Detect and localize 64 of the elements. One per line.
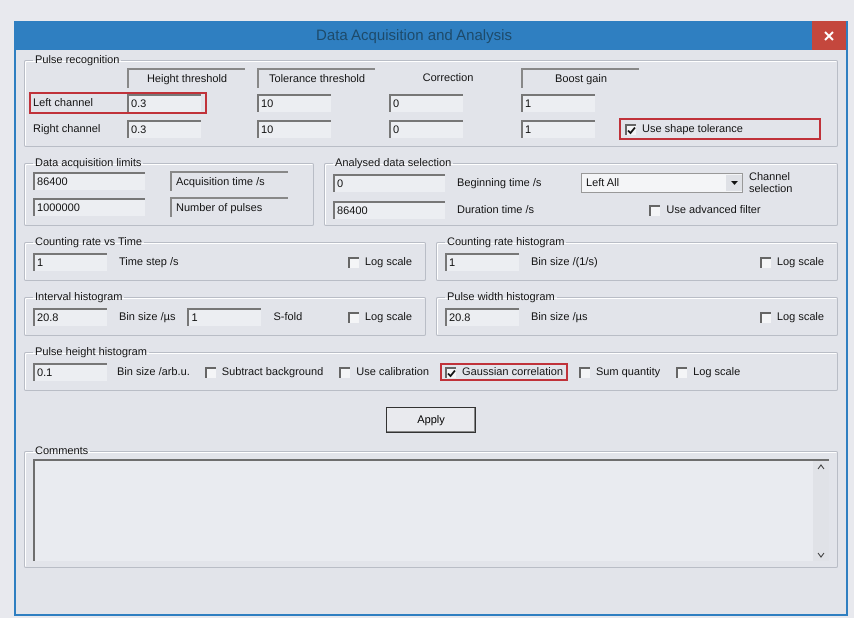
field-label: Duration time /s	[457, 204, 536, 216]
input-field[interactable]: 1	[33, 253, 107, 271]
comments-field[interactable]	[33, 459, 829, 561]
input-field[interactable]: 0	[389, 120, 463, 138]
group-title: Counting rate vs Time	[34, 236, 143, 248]
input-field[interactable]: 0	[333, 174, 445, 192]
field-label: Number of pulses	[170, 197, 288, 217]
close-icon	[824, 30, 834, 40]
group-title: Pulse recognition	[34, 54, 120, 66]
close-button[interactable]	[812, 21, 846, 50]
input-field[interactable]: 10	[257, 94, 331, 112]
apply-button[interactable]: Apply	[386, 407, 476, 433]
input-field[interactable]: 1	[521, 120, 595, 138]
input-field[interactable]: 0.3	[127, 94, 201, 112]
input-field[interactable]: 0.1	[33, 363, 107, 381]
group-title: Interval histogram	[34, 291, 124, 303]
column-header: Tolerance threshold	[257, 68, 375, 88]
channel-dropdown[interactable]: Left All	[581, 173, 743, 193]
checkbox[interactable]: Log scale	[342, 308, 417, 326]
check-icon	[447, 368, 456, 378]
checkbox[interactable]: Sum quantity	[574, 363, 666, 381]
column-header: Height threshold	[127, 68, 245, 88]
window-title: Data Acquisition and Analysis	[315, 27, 513, 44]
field-label: Channel selection	[749, 171, 794, 195]
field-label: Acquisition time /s	[170, 171, 288, 191]
group-title: Comments	[34, 445, 90, 457]
column-header: Boost gain	[521, 68, 639, 88]
input-field[interactable]: 86400	[33, 172, 145, 190]
field-label: Bin size /µs	[119, 311, 176, 323]
field-label: Beginning time /s	[457, 177, 542, 189]
check-icon	[627, 126, 636, 134]
group-title: Data acquisition limits	[34, 157, 142, 169]
input-field[interactable]: 1	[187, 308, 262, 326]
input-field[interactable]: 20.8	[445, 308, 519, 326]
dropdown-arrow-icon	[730, 181, 738, 185]
group-title: Pulse width histogram	[446, 291, 556, 303]
checkbox[interactable]: Gaussian correlation	[440, 363, 568, 381]
field-label: Bin size /(1/s)	[531, 256, 598, 268]
input-field[interactable]: 1	[521, 94, 595, 112]
input-field[interactable]: 0	[389, 94, 463, 112]
field-label: Bin size /µs	[531, 311, 588, 323]
input-field[interactable]: 1	[445, 253, 519, 271]
row-label: Left channel	[33, 97, 94, 109]
field-label: S-fold	[273, 311, 302, 323]
input-field[interactable]: 10	[257, 120, 331, 138]
row-label: Right channel	[33, 123, 102, 135]
input-field[interactable]: 0.3	[127, 120, 201, 138]
checkbox[interactable]: Use calibration	[334, 363, 434, 381]
field-label: Bin size /arb.u.	[117, 366, 190, 378]
checkbox[interactable]: Use advanced filter	[644, 201, 766, 219]
group-title: Pulse height histogram	[34, 346, 148, 358]
group-title: Counting rate histogram	[446, 236, 566, 248]
checkbox[interactable]: Log scale	[342, 253, 417, 271]
input-field[interactable]: 1000000	[33, 198, 145, 216]
checkbox[interactable]: Log scale	[671, 363, 746, 381]
column-header: Correction	[422, 71, 474, 86]
group-title: Analysed data selection	[334, 157, 452, 169]
input-field[interactable]: 20.8	[33, 308, 107, 326]
checkbox[interactable]: Log scale	[754, 253, 829, 271]
checkbox[interactable]: Log scale	[754, 308, 829, 326]
input-field[interactable]: 86400	[333, 201, 445, 219]
checkbox[interactable]: Subtract background	[200, 363, 328, 381]
field-label: Time step /s	[119, 256, 178, 268]
checkbox[interactable]: Use shape tolerance	[619, 118, 821, 140]
